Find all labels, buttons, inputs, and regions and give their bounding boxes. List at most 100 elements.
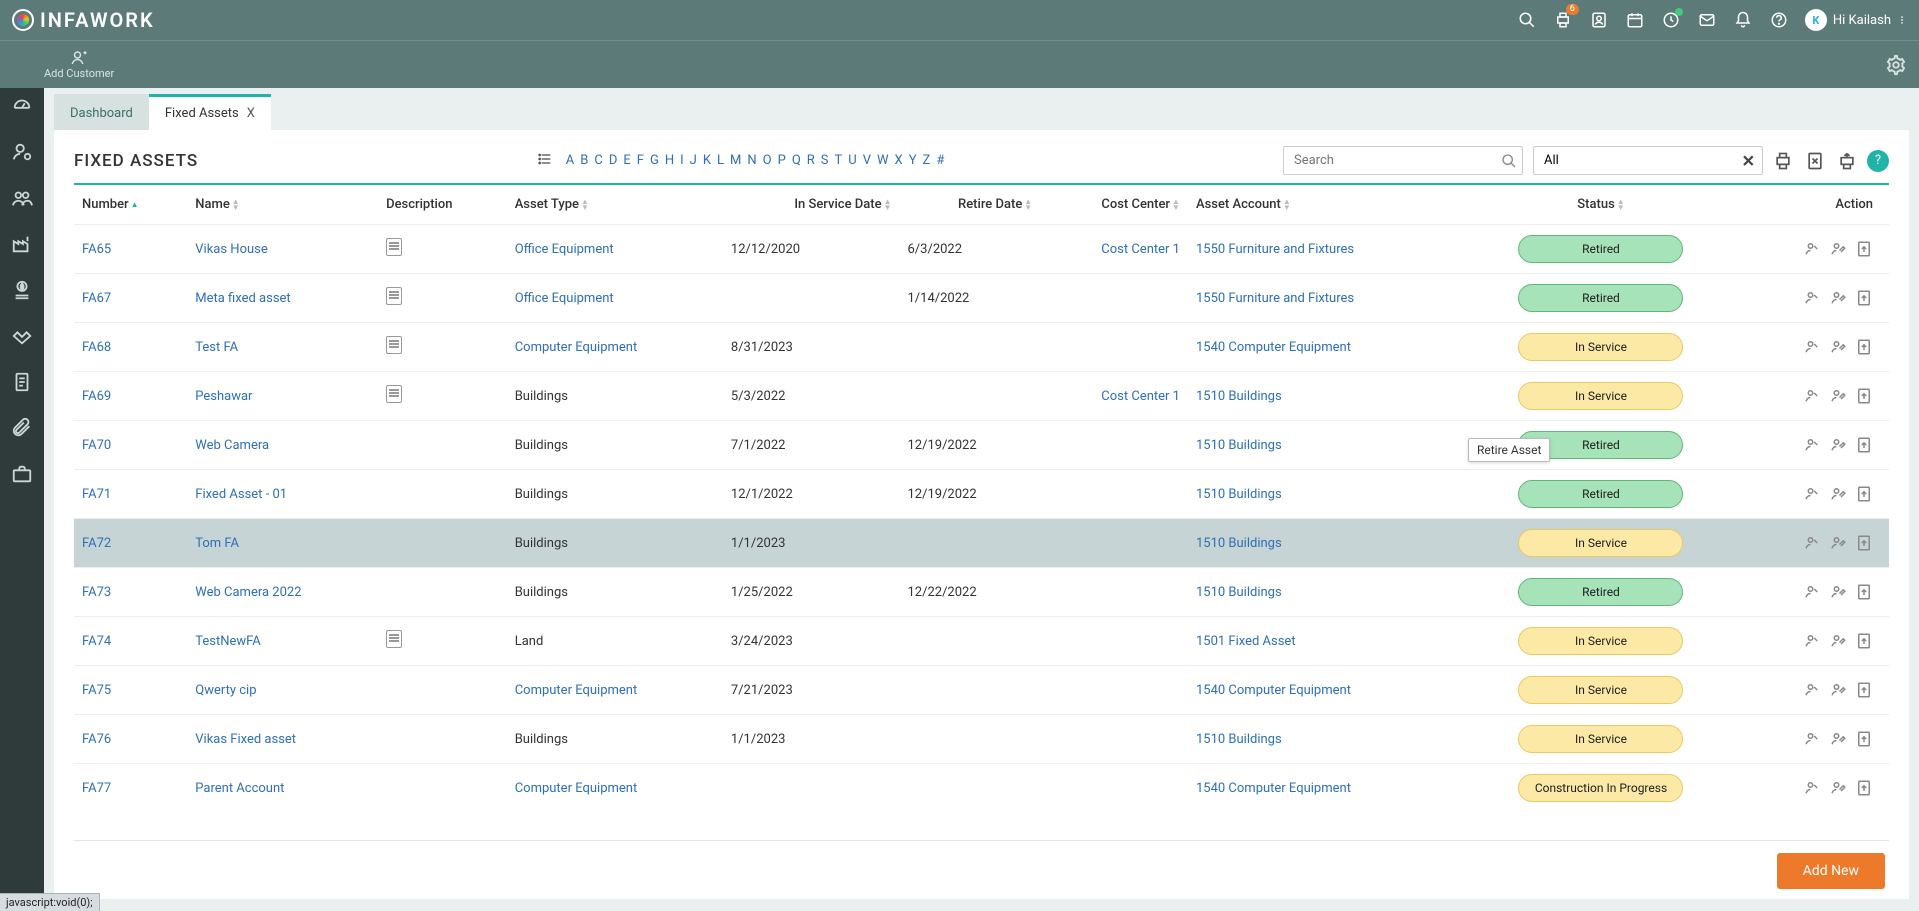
retire-action-icon[interactable] xyxy=(1829,730,1847,748)
cell-number[interactable]: FA69 xyxy=(82,389,111,404)
cell-asset-account[interactable]: 1501 Fixed Asset xyxy=(1196,634,1296,649)
cell-asset-account[interactable]: 1510 Buildings xyxy=(1196,732,1282,747)
alpha-X[interactable]: X xyxy=(892,153,906,168)
edit-action-icon[interactable] xyxy=(1803,730,1821,748)
cell-number[interactable]: FA65 xyxy=(82,242,111,257)
sidebar-money[interactable]: $ xyxy=(10,278,34,302)
cell-number[interactable]: FA71 xyxy=(82,487,111,502)
add-customer-button[interactable]: Add Customer xyxy=(44,49,114,80)
cell-asset-type[interactable]: Computer Equipment xyxy=(515,683,638,698)
retire-action-icon[interactable] xyxy=(1829,534,1847,552)
retire-action-icon[interactable] xyxy=(1829,436,1847,454)
table-row[interactable]: FA67 Meta fixed asset Office Equipment 1… xyxy=(74,274,1889,323)
cell-asset-type[interactable]: Computer Equipment xyxy=(515,781,638,796)
col-cost-center[interactable]: Cost Center▲▼ xyxy=(1040,185,1188,225)
col-asset-type[interactable]: Asset Type▲▼ xyxy=(507,185,723,225)
retire-action-icon[interactable] xyxy=(1829,338,1847,356)
cell-asset-account[interactable]: 1510 Buildings xyxy=(1196,585,1282,600)
sidebar-document[interactable] xyxy=(10,370,34,394)
alpha-O[interactable]: O xyxy=(760,153,775,168)
upload-action-icon[interactable] xyxy=(1855,534,1873,552)
upload-action-icon[interactable] xyxy=(1855,387,1873,405)
col-number[interactable]: Number▲ xyxy=(74,185,187,225)
retire-action-icon[interactable] xyxy=(1829,681,1847,699)
col-asset-account[interactable]: Asset Account▲▼ xyxy=(1188,185,1460,225)
clear-filter-icon[interactable]: ✕ xyxy=(1742,151,1755,170)
alpha-L[interactable]: L xyxy=(714,153,727,168)
table-row[interactable]: FA75 Qwerty cip Computer Equipment 7/21/… xyxy=(74,666,1889,715)
alpha-C[interactable]: C xyxy=(591,153,605,168)
alpha-M[interactable]: M xyxy=(727,153,744,168)
sidebar-briefcase[interactable] xyxy=(10,462,34,486)
table-row[interactable]: FA68 Test FA Computer Equipment 8/31/202… xyxy=(74,323,1889,372)
alpha-F[interactable]: F xyxy=(634,153,647,168)
retire-action-icon[interactable] xyxy=(1829,387,1847,405)
cell-number[interactable]: FA68 xyxy=(82,340,111,355)
alpha-H[interactable]: H xyxy=(662,153,677,168)
help-button[interactable]: ? xyxy=(1867,150,1889,172)
alpha-D[interactable]: D xyxy=(606,153,621,168)
cell-name[interactable]: Web Camera xyxy=(195,438,269,453)
edit-action-icon[interactable] xyxy=(1803,681,1821,699)
cell-asset-account[interactable]: 1510 Buildings xyxy=(1196,438,1282,453)
user-menu[interactable]: K Hi Kailash xyxy=(1805,9,1907,31)
contacts-icon[interactable] xyxy=(1589,10,1609,30)
table-row[interactable]: FA71 Fixed Asset - 01 Buildings 12/1/202… xyxy=(74,470,1889,519)
description-icon[interactable] xyxy=(386,336,402,354)
cell-asset-account[interactable]: 1540 Computer Equipment xyxy=(1196,340,1351,355)
upload-action-icon[interactable] xyxy=(1855,338,1873,356)
cell-cost-center[interactable]: Cost Center 1 xyxy=(1101,242,1180,257)
alpha-B[interactable]: B xyxy=(577,153,591,168)
cell-asset-type[interactable]: Office Equipment xyxy=(515,242,614,257)
table-wrap[interactable]: Number▲ Name▲▼ Description Asset Type▲▼ … xyxy=(74,185,1889,840)
col-name[interactable]: Name▲▼ xyxy=(187,185,378,225)
printer-icon[interactable]: 6 xyxy=(1553,10,1573,30)
sidebar-handshake[interactable] xyxy=(10,324,34,348)
cell-number[interactable]: FA75 xyxy=(82,683,111,698)
sidebar-factory[interactable] xyxy=(10,232,34,256)
cell-asset-account[interactable]: 1540 Computer Equipment xyxy=(1196,683,1351,698)
col-status[interactable]: Status▲▼ xyxy=(1460,185,1742,225)
settings-button[interactable] xyxy=(1885,54,1907,76)
cell-asset-type[interactable]: Computer Equipment xyxy=(515,340,638,355)
cell-number[interactable]: FA76 xyxy=(82,732,111,747)
edit-action-icon[interactable] xyxy=(1803,583,1821,601)
cell-name[interactable]: Web Camera 2022 xyxy=(195,585,301,600)
alpha-V[interactable]: V xyxy=(860,153,874,168)
edit-action-icon[interactable] xyxy=(1803,338,1821,356)
table-row[interactable]: FA65 Vikas House Office Equipment 12/12/… xyxy=(74,225,1889,274)
upload-action-icon[interactable] xyxy=(1855,730,1873,748)
description-icon[interactable] xyxy=(386,385,402,403)
cell-asset-account[interactable]: 1510 Buildings xyxy=(1196,536,1282,551)
alpha-K[interactable]: K xyxy=(700,153,714,168)
alpha-Z[interactable]: Z xyxy=(920,153,934,168)
edit-action-icon[interactable] xyxy=(1803,436,1821,454)
cell-number[interactable]: FA77 xyxy=(82,781,111,796)
upload-action-icon[interactable] xyxy=(1855,436,1873,454)
cell-number[interactable]: FA73 xyxy=(82,585,111,600)
cell-asset-account[interactable]: 1550 Furniture and Fixtures xyxy=(1196,291,1354,306)
alpha-Q[interactable]: Q xyxy=(789,153,804,168)
edit-action-icon[interactable] xyxy=(1803,779,1821,797)
edit-action-icon[interactable] xyxy=(1803,387,1821,405)
sidebar-user[interactable] xyxy=(10,140,34,164)
table-row[interactable]: FA77 Parent Account Computer Equipment 1… xyxy=(74,764,1889,813)
table-row[interactable]: FA69 Peshawar Buildings 5/3/2022 Cost Ce… xyxy=(74,372,1889,421)
table-row[interactable]: FA73 Web Camera 2022 Buildings 1/25/2022… xyxy=(74,568,1889,617)
cell-name[interactable]: Vikas House xyxy=(195,242,268,257)
table-row[interactable]: FA72 Tom FA Buildings 1/1/2023 1510 Buil… xyxy=(74,519,1889,568)
alpha-I[interactable]: I xyxy=(677,153,687,168)
sidebar-attachment[interactable] xyxy=(10,416,34,440)
description-icon[interactable] xyxy=(386,287,402,305)
alpha-T[interactable]: T xyxy=(832,153,846,168)
cell-number[interactable]: FA70 xyxy=(82,438,111,453)
alpha-P[interactable]: P xyxy=(775,153,789,168)
help-icon[interactable] xyxy=(1769,10,1789,30)
cell-number[interactable]: FA67 xyxy=(82,291,111,306)
col-description[interactable]: Description xyxy=(378,185,507,225)
cell-name[interactable]: Meta fixed asset xyxy=(195,291,290,306)
bell-icon[interactable] xyxy=(1733,10,1753,30)
col-retire-date[interactable]: Retire Date▲▼ xyxy=(899,185,1040,225)
alpha-U[interactable]: U xyxy=(845,153,859,168)
tab-dashboard[interactable]: Dashboard xyxy=(54,94,149,130)
